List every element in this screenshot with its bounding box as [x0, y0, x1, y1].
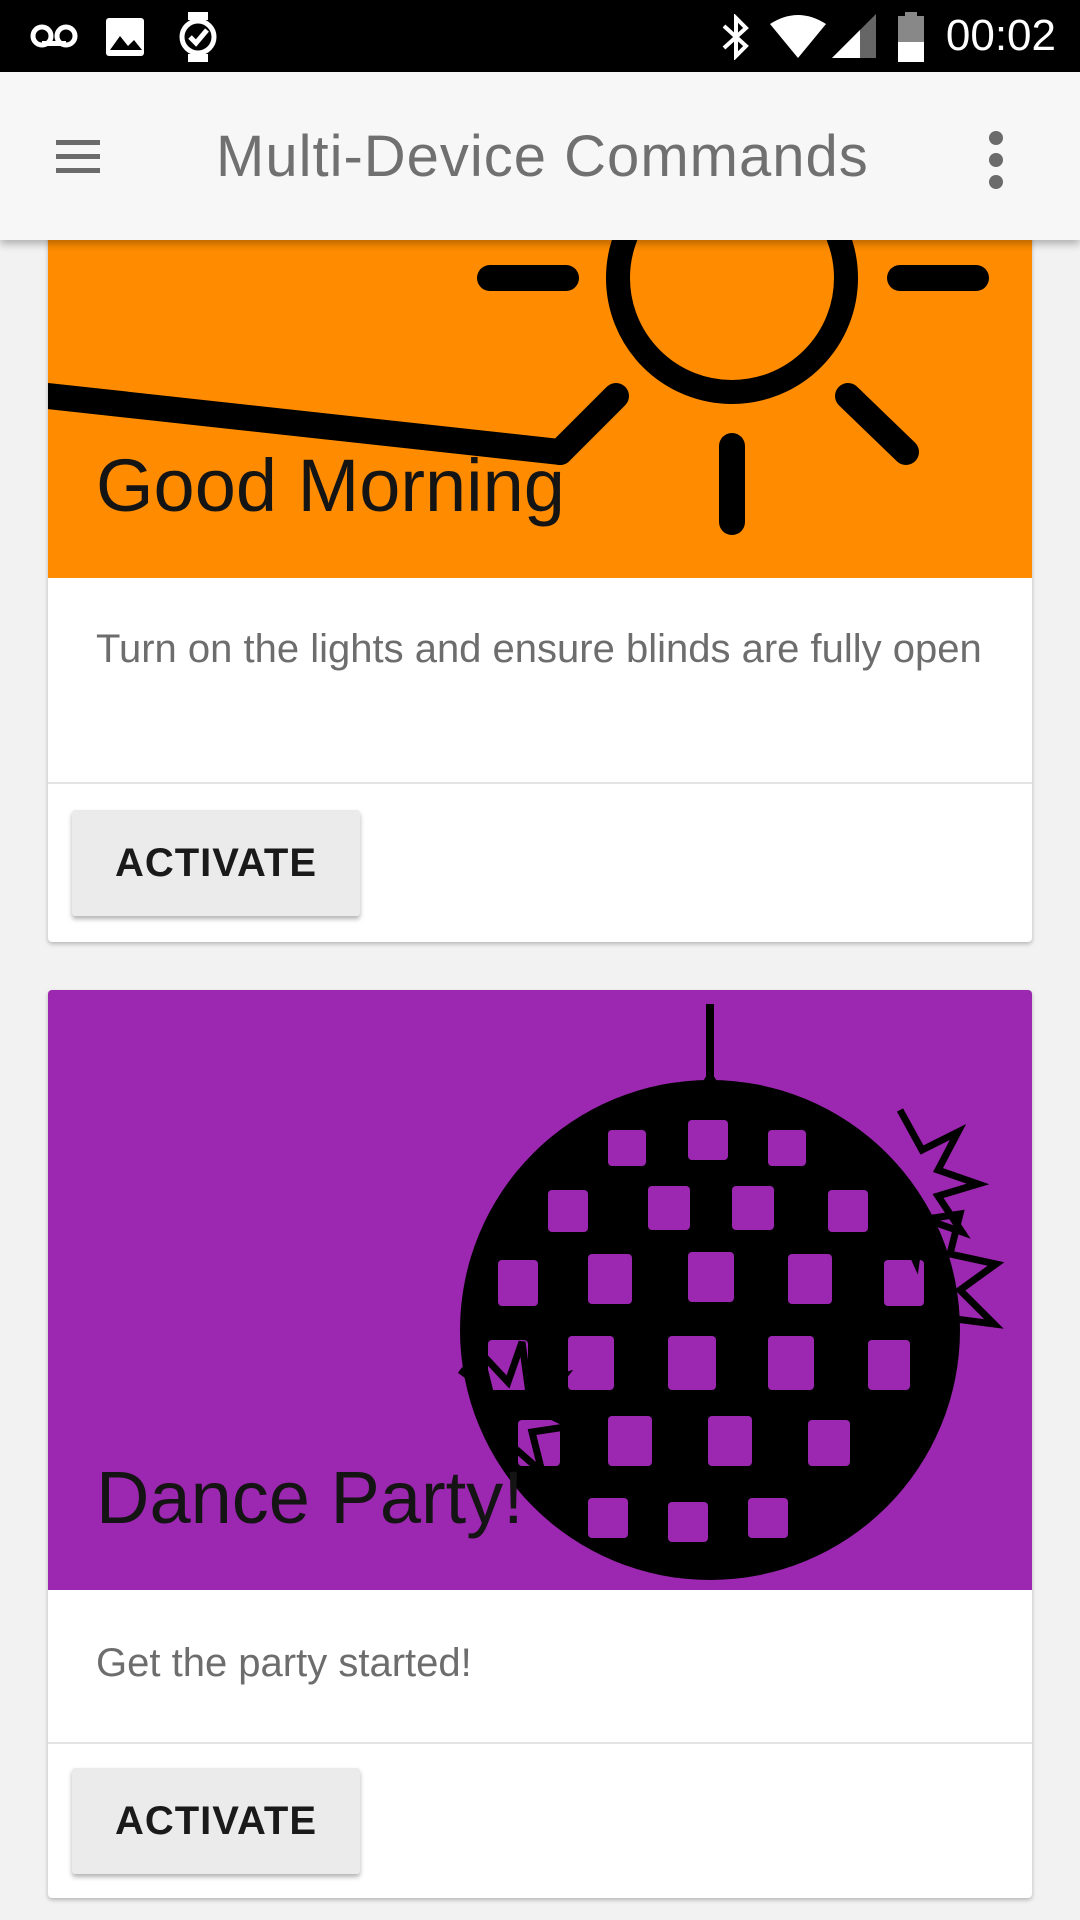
app-bar: Multi-Device Commands: [0, 72, 1080, 240]
wifi-icon: [770, 15, 826, 58]
card-actions: ACTIVATE: [48, 784, 1032, 942]
overflow-menu-button[interactable]: [964, 128, 1028, 192]
battery-icon: [898, 12, 924, 62]
status-bar: 00:02: [0, 0, 1080, 72]
signal-icon: [832, 14, 876, 58]
command-card-good-morning: Good Morning Turn on the lights and ensu…: [48, 180, 1032, 942]
menu-button[interactable]: [46, 124, 110, 188]
card-title: Good Morning: [96, 444, 565, 527]
command-card-dance-party: Dance Party! Get the party started! ACTI…: [48, 990, 1032, 1898]
card-actions: ACTIVATE: [48, 1744, 1032, 1898]
app-title: Multi-Device Commands: [216, 124, 869, 189]
activate-button[interactable]: ACTIVATE: [72, 1768, 360, 1874]
more-vert-icon: [989, 131, 1003, 189]
image-icon: [106, 18, 144, 56]
card-media: Dance Party!: [48, 990, 1032, 1590]
voicemail-icon: [30, 24, 78, 48]
activate-button[interactable]: ACTIVATE: [72, 810, 360, 916]
hamburger-menu-icon: [56, 140, 100, 173]
card-description: Turn on the lights and ensure blinds are…: [96, 627, 982, 671]
watch-icon: [179, 12, 217, 62]
status-time: 00:02: [945, 11, 1056, 60]
card-description: Get the party started!: [96, 1641, 472, 1685]
bluetooth-icon: [722, 14, 749, 60]
card-title: Dance Party!: [96, 1456, 524, 1539]
